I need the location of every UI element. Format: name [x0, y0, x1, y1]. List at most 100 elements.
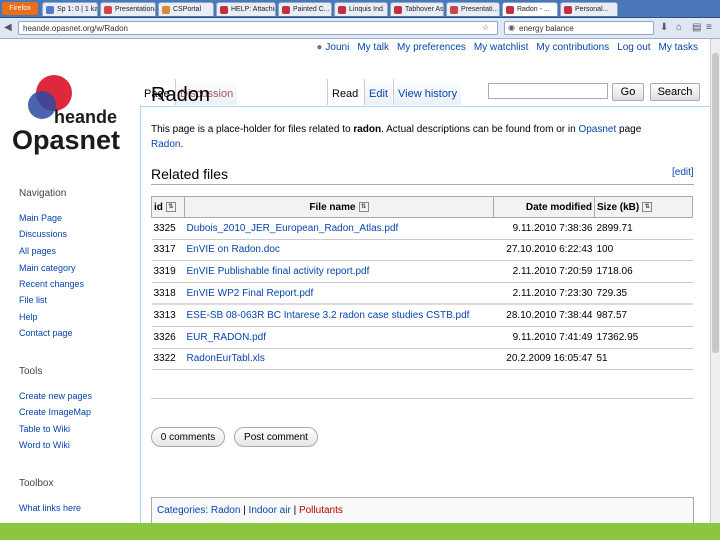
tab-label: Tabhover Ass...	[405, 6, 444, 13]
section-edit-link[interactable]: [edit]	[672, 167, 694, 178]
my-tasks-link[interactable]: My tasks	[659, 42, 698, 53]
table-cell-file-name[interactable]: EUR_RADON.pdf	[184, 326, 494, 349]
browser-tab[interactable]: HELP: Attaching...	[216, 2, 276, 16]
download-icon[interactable]: ⬇	[660, 21, 668, 35]
wiki-search-input[interactable]	[488, 83, 608, 99]
browser-tab[interactable]: Presentati...	[446, 2, 500, 16]
browser-tab[interactable]: Radon - ...	[502, 2, 558, 16]
opasnet-logo[interactable]: heande Opasnet	[12, 71, 132, 181]
home-icon[interactable]: ⌂	[676, 21, 682, 35]
category-indoor-air[interactable]: Indoor air	[249, 505, 291, 516]
logo-heande-text: heande	[54, 107, 117, 127]
firefox-menu-button[interactable]: Firefox	[2, 2, 38, 15]
browser-search-field[interactable]: energy balance	[504, 21, 654, 35]
browser-tab[interactable]: Personal...	[560, 2, 618, 16]
my-preferences-link[interactable]: My preferences	[397, 42, 466, 53]
sidebar-item-all-pages[interactable]: All pages	[19, 246, 56, 256]
radon-link[interactable]: Radon	[151, 139, 180, 150]
navigation-heading: Navigation	[19, 188, 67, 199]
table-row: 3326 EUR_RADON.pdf 9.11.2010 7:41:49 17362.…	[151, 326, 693, 349]
sidebar-item-help[interactable]: Help	[19, 312, 38, 322]
table-cell-date: 27.10.2010 6:22:43	[493, 239, 595, 262]
sidebar-item-recent-changes[interactable]: Recent changes	[19, 279, 84, 289]
scrollbar-thumb[interactable]	[712, 53, 719, 353]
table-cell-file-name[interactable]: EnVIE on Radon.doc	[184, 239, 494, 262]
table-cell-size: 100	[594, 239, 693, 262]
star-icon[interactable]: ☆	[482, 21, 489, 35]
user-icon: ●	[316, 42, 323, 53]
log-out-link[interactable]: Log out	[617, 42, 650, 53]
intro-text: This page is a place-holder for files re…	[151, 122, 691, 152]
table-cell-file-name[interactable]: RadonEurTabl.xls	[184, 348, 494, 371]
sidebar-item-table-to-wiki[interactable]: Table to Wiki	[19, 424, 70, 434]
tab-favicon-icon	[162, 6, 170, 14]
tab-edit[interactable]: Edit	[364, 79, 392, 105]
table-cell-id: 3317	[151, 239, 185, 262]
sidebar-item-main-page[interactable]: Main Page	[19, 213, 62, 223]
sidebar-item-word-to-wiki[interactable]: Word to Wiki	[19, 440, 70, 450]
browser-tab[interactable]: Painted C...	[278, 2, 332, 16]
my-watchlist-link[interactable]: My watchlist	[474, 42, 528, 53]
bookmarks-icon[interactable]: ▤	[692, 21, 701, 35]
browser-tab[interactable]: Tabhover Ass...	[390, 2, 444, 16]
table-cell-size: 17362.95	[594, 326, 693, 349]
sort-icon: ⇅	[165, 201, 176, 212]
back-icon[interactable]: ◀	[4, 21, 12, 35]
tab-read[interactable]: Read	[327, 79, 363, 105]
opasnet-link[interactable]: Opasnet	[578, 124, 616, 135]
table-cell-file-name[interactable]: ESE-SB 08-063R BC Intarese 3.2 radon cas…	[184, 303, 494, 327]
table-cell-file-name[interactable]: EnVIE Publishable final activity report.…	[184, 260, 494, 283]
category-radon[interactable]: Radon	[211, 505, 240, 516]
page-scrollbar[interactable]	[710, 39, 720, 523]
comments-count-button[interactable]: 0 comments	[151, 427, 225, 447]
column-header-file-name[interactable]: File name ⇅	[184, 196, 494, 218]
tab-view-history[interactable]: View history	[393, 79, 462, 105]
table-cell-size: 987.57	[594, 303, 693, 327]
browser-tab[interactable]: Sp 1: 0 | 1 ka...	[42, 2, 98, 16]
menu-icon[interactable]: ≡	[706, 21, 712, 35]
related-files-table: id ⇅ File name ⇅ Date modified Size (kB) ⇅ …	[151, 196, 693, 371]
tab-label: Painted C...	[293, 6, 330, 13]
address-bar[interactable]: heande.opasnet.org/w/Radon	[18, 21, 498, 35]
user-link[interactable]: Jouni	[325, 42, 349, 53]
table-cell-file-name[interactable]: Dubois_2010_JER_European_Radon_Atlas.pdf	[184, 217, 494, 240]
table-row: 3319 EnVIE Publishable final activity rep…	[151, 260, 693, 283]
my-talk-link[interactable]: My talk	[357, 42, 389, 53]
sidebar-item-contact-page[interactable]: Contact page	[19, 328, 73, 338]
tab-favicon-icon	[394, 6, 402, 14]
section-heading: Related files	[151, 166, 229, 182]
browser-tab[interactable]: Linquis Ind. C...	[334, 2, 388, 16]
sidebar-item-discussions[interactable]: Discussions	[19, 229, 67, 239]
column-header-id[interactable]: id ⇅	[151, 196, 185, 218]
go-button[interactable]: Go	[612, 83, 644, 101]
table-cell-file-name[interactable]: EnVIE WP2 Final Report.pdf	[184, 282, 494, 305]
table-cell-date: 9.11.2010 7:41:49	[493, 326, 595, 349]
sidebar-item-create-imagemap[interactable]: Create ImageMap	[19, 407, 91, 417]
table-cell-id: 3313	[151, 303, 185, 327]
table-row: 3322 RadonEurTabl.xls 20.2.2009 16:05:47 51	[151, 348, 693, 371]
category-pollutants[interactable]: Pollutants	[299, 505, 343, 516]
tab-label: Linquis Ind. C...	[349, 6, 387, 13]
table-cell-id: 3326	[151, 326, 185, 349]
tab-label: Presentati...	[461, 6, 499, 13]
my-contributions-link[interactable]: My contributions	[536, 42, 609, 53]
categories-label[interactable]: Categories:	[157, 505, 208, 516]
sidebar-item-main-category[interactable]: Main category	[19, 263, 76, 273]
table-cell-id: 3325	[151, 217, 185, 240]
page-title: Radon	[151, 84, 210, 106]
tools-heading: Tools	[19, 366, 43, 377]
column-header-size[interactable]: Size (kB) ⇅	[594, 196, 693, 218]
search-button[interactable]: Search	[650, 83, 700, 101]
sidebar-item-what-links-here[interactable]: What links here	[19, 503, 81, 513]
table-cell-date: 20.2.2009 16:05:47	[493, 348, 595, 371]
table-row: 3318 EnVIE WP2 Final Report.pdf 2.11.2010 …	[151, 282, 693, 305]
browser-tab[interactable]: Presentationa...	[100, 2, 156, 16]
browser-tab[interactable]: CSPortal	[158, 2, 214, 16]
column-header-date-modified[interactable]: Date modified	[493, 196, 595, 218]
toolbox-heading: Toolbox	[19, 478, 54, 489]
sidebar-item-file-list[interactable]: File list	[19, 295, 47, 305]
post-comment-button[interactable]: Post comment	[234, 427, 318, 447]
table-header-row: id ⇅ File name ⇅ Date modified Size (kB) ⇅	[151, 196, 693, 218]
sidebar-item-create-new-pages[interactable]: Create new pages	[19, 391, 92, 401]
search-engine-icon[interactable]: ◉	[508, 21, 515, 35]
